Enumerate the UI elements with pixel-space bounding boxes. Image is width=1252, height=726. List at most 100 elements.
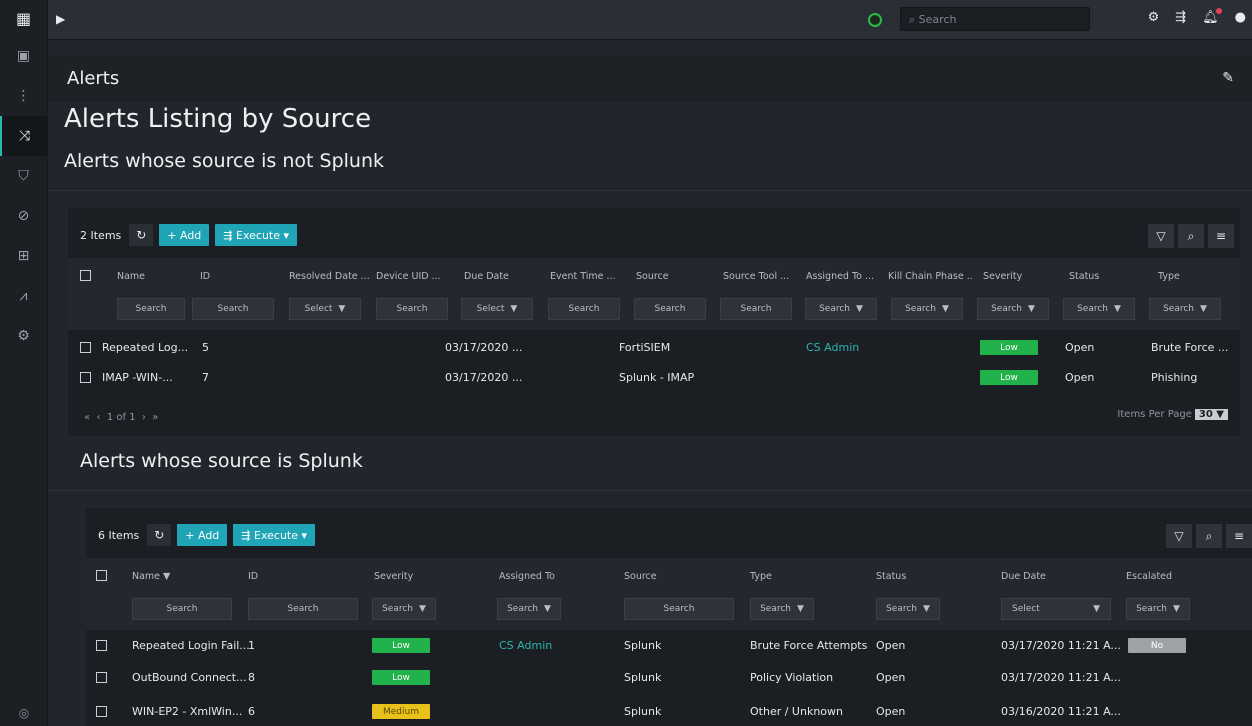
column-header[interactable]: Severity [983, 271, 1022, 282]
search-icon[interactable]: ⌕ [1178, 224, 1204, 248]
table-row[interactable]: OutBound Connect... 8 Low Splunk Policy … [86, 664, 1252, 692]
severity-filter[interactable]: Search ▼ [372, 598, 436, 620]
table-row[interactable]: Repeated Log... 5 03/17/2020 ... FortiSI… [68, 334, 1240, 362]
column-header[interactable]: Kill Chain Phase .. [888, 271, 983, 282]
cell-status: Open [876, 639, 906, 652]
menu-icon[interactable]: ≡ [1226, 524, 1252, 548]
user-icon[interactable]: ● [1235, 10, 1246, 25]
column-header[interactable]: Severity [374, 571, 413, 582]
menu-icon[interactable]: ≡ [1208, 224, 1234, 248]
name-filter[interactable]: Search [132, 598, 232, 620]
column-header[interactable]: ID [200, 271, 210, 282]
column-header[interactable]: Device UID ... [376, 271, 451, 282]
kill-chain-filter[interactable]: Search ▼ [891, 298, 963, 320]
column-header[interactable]: Source [636, 271, 669, 282]
filter-text: Search [1163, 304, 1194, 314]
filter-text: Search [991, 304, 1022, 314]
add-button[interactable]: + Add [159, 224, 210, 246]
column-header[interactable]: Assigned To ... [806, 271, 881, 282]
gear-icon[interactable]: ⚙ [1148, 10, 1160, 25]
column-header[interactable]: Name [117, 271, 145, 282]
bell-icon[interactable]: 🔔︎ [1202, 8, 1222, 25]
chart-icon[interactable]: ⩘ [0, 276, 47, 316]
execute-button[interactable]: ⇶ Execute ▾ [233, 524, 316, 546]
row-checkbox[interactable] [80, 342, 91, 353]
column-header[interactable]: Type [750, 571, 772, 582]
cell-name[interactable]: IMAP -WIN-... [102, 371, 173, 384]
column-header[interactable]: ID [248, 571, 258, 582]
column-header[interactable]: Escalated [1126, 571, 1172, 582]
assigned-to-filter[interactable]: Search ▼ [805, 298, 877, 320]
column-header[interactable]: Resolved Date ... [289, 271, 371, 282]
due-date-filter[interactable]: Select ▼ [461, 298, 533, 320]
row-checkbox[interactable] [96, 672, 107, 683]
due-date-filter[interactable]: Select ▼ [1001, 598, 1111, 620]
search-icon[interactable]: ⌕ [1196, 524, 1222, 548]
refresh-icon[interactable]: ↻ [129, 224, 154, 246]
column-header[interactable]: Type [1158, 271, 1180, 282]
id-filter[interactable]: Search [192, 298, 274, 320]
escalated-filter[interactable]: Search ▼ [1126, 598, 1190, 620]
pagination[interactable]: « ‹ 1 of 1 › » [84, 412, 158, 423]
cell-assigned-to[interactable]: CS Admin [499, 639, 552, 652]
severity-filter[interactable]: Search ▼ [977, 298, 1049, 320]
cell-name[interactable]: Repeated Login Fail... [132, 639, 250, 652]
id-filter[interactable]: Search [248, 598, 358, 620]
cell-type: Brute Force ... [1151, 341, 1229, 354]
column-header[interactable]: Status [876, 571, 906, 582]
row-checkbox[interactable] [80, 372, 91, 383]
source-tool-filter[interactable]: Search [720, 298, 792, 320]
table-row[interactable]: WIN-EP2 - XmlWin... 6 Medium Splunk Othe… [86, 698, 1252, 726]
filter-icon[interactable]: ▽ [1166, 524, 1192, 548]
incident-response-icon[interactable]: ⤨ [0, 116, 47, 156]
cell-name[interactable]: WIN-EP2 - XmlWin... [132, 705, 242, 718]
execute-button[interactable]: ⇶ Execute ▾ [215, 224, 298, 246]
type-filter[interactable]: Search ▼ [1149, 298, 1221, 320]
row-checkbox[interactable] [96, 706, 107, 717]
event-time-filter[interactable]: Search [548, 298, 620, 320]
type-filter[interactable]: Search ▼ [750, 598, 814, 620]
source-filter[interactable]: Search [624, 598, 734, 620]
help-icon[interactable]: ◎ [0, 706, 48, 720]
column-header[interactable]: Name ▼ [132, 571, 170, 582]
row-checkbox[interactable] [96, 640, 107, 651]
items-per-page[interactable]: Items Per Page 30 ▼ [1117, 409, 1228, 420]
resolved-date-filter[interactable]: Select ▼ [289, 298, 361, 320]
dashboard-icon[interactable]: ▣ [0, 36, 47, 76]
cell-name[interactable]: Repeated Log... [102, 341, 188, 354]
briefcase-icon[interactable]: ⊞ [0, 236, 47, 276]
table-row[interactable]: Repeated Login Fail... 1 Low CS Admin Sp… [86, 632, 1252, 660]
filter-icon[interactable]: ▽ [1148, 224, 1174, 248]
expand-sidebar-icon[interactable]: ▶ [56, 12, 65, 26]
edit-icon[interactable]: ✎ [1222, 70, 1234, 86]
app-logo-icon[interactable]: ▦ [0, 0, 47, 36]
refresh-icon[interactable]: ↻ [147, 524, 172, 546]
column-header[interactable]: Source [624, 571, 657, 582]
name-filter[interactable]: Search [117, 298, 185, 320]
assigned-to-filter[interactable]: Search ▼ [497, 598, 561, 620]
connector-icon[interactable]: ⇶ [1175, 10, 1186, 25]
column-header[interactable]: Status [1069, 271, 1099, 282]
status-filter[interactable]: Search ▼ [876, 598, 940, 620]
select-all-checkbox[interactable] [80, 270, 91, 281]
table-row[interactable]: IMAP -WIN-... 7 03/17/2020 ... Splunk - … [68, 364, 1240, 392]
page-title: Alerts [67, 68, 120, 89]
global-search-input[interactable]: ⌕ Search [900, 7, 1090, 31]
cell-name[interactable]: OutBound Connect... [132, 671, 247, 684]
add-button[interactable]: + Add [177, 524, 228, 546]
column-header[interactable]: Assigned To [499, 571, 555, 582]
settings-wheel-icon[interactable]: ⚙ [0, 316, 47, 356]
queue-icon[interactable]: ⋮ [0, 76, 47, 116]
status-filter[interactable]: Search ▼ [1063, 298, 1135, 320]
source-filter[interactable]: Search [634, 298, 706, 320]
shield-icon[interactable]: ⛉ [0, 156, 47, 196]
column-header[interactable]: Due Date [1001, 571, 1046, 582]
column-header[interactable]: Event Time ... [550, 271, 618, 282]
status-indicator-icon[interactable] [868, 13, 882, 27]
compass-icon[interactable]: ⊘ [0, 196, 47, 236]
device-uid-filter[interactable]: Search [376, 298, 448, 320]
column-header[interactable]: Source Tool ... [723, 271, 793, 282]
select-all-checkbox[interactable] [96, 570, 107, 581]
cell-assigned-to[interactable]: CS Admin [806, 341, 859, 354]
column-header[interactable]: Due Date [464, 271, 509, 282]
